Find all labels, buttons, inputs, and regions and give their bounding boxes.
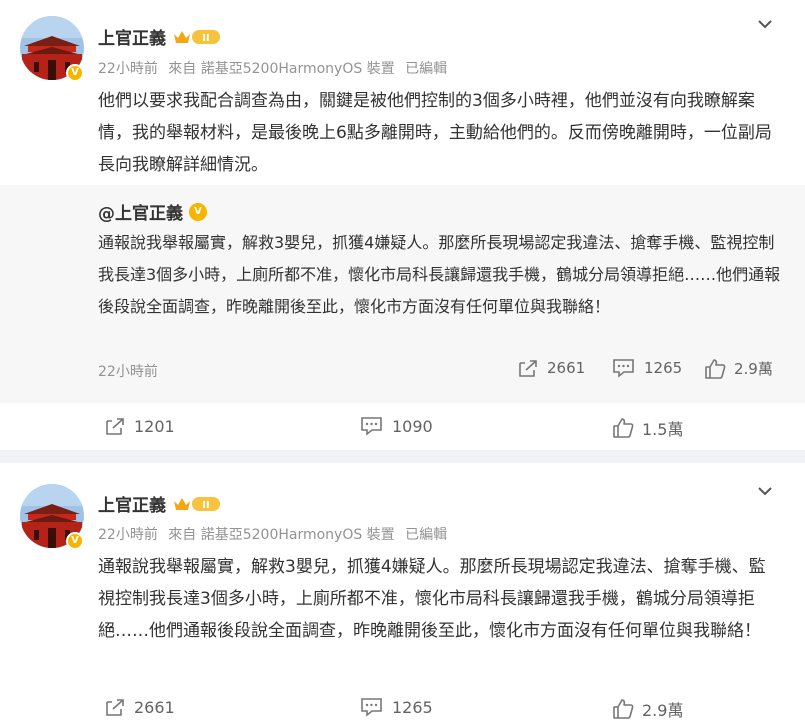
comment-icon [361, 698, 382, 717]
like-button[interactable]: 1.5萬 [612, 416, 683, 440]
author-name-text: 上官正義 [98, 496, 166, 516]
share-button[interactable]: 1201 [104, 416, 175, 436]
comment-count: 1090 [392, 416, 433, 436]
comment-icon [361, 417, 382, 436]
edited-label[interactable]: 已編輯 [405, 527, 447, 543]
member-level-icon: II [172, 495, 222, 513]
post-text: 他們以要求我配合調查為由，關鍵是被他們控制的3個多小時裡，他們並沒有向我瞭解案情… [98, 91, 772, 175]
repost-like-count: 2.9萬 [734, 360, 773, 378]
repost-like-button[interactable]: 2.9萬 [704, 358, 773, 379]
weibo-post-card: V 上官正義 II 22小時前 來自 諾基亞5200HarmonyOS 裝置 已… [0, 0, 805, 450]
share-count: 2661 [134, 697, 175, 717]
repost-text: 通報說我舉報屬實，解救3嬰兒，抓獲4嫌疑人。那麼所長現場認定我違法、搶奪手機、監… [98, 233, 781, 316]
thumbs-up-icon [613, 699, 634, 719]
author-name[interactable]: 上官正義 II [98, 491, 222, 516]
post-source: 來自 諾基亞5200HarmonyOS 裝置 [168, 61, 395, 77]
repost-comment-button[interactable]: 1265 [612, 358, 682, 378]
comment-icon [613, 359, 634, 378]
share-icon [106, 699, 124, 716]
verified-badge-icon: V [66, 64, 84, 82]
verified-badge-icon: V [66, 532, 84, 550]
repost-comment-count: 1265 [644, 359, 683, 377]
repost-author-text: @上官正義 [98, 204, 183, 224]
like-count: 1.5萬 [642, 420, 684, 439]
author-name-text: 上官正義 [98, 29, 166, 49]
level-text: II [202, 33, 209, 44]
post-time[interactable]: 22小時前 [98, 527, 158, 543]
comment-button[interactable]: 1090 [360, 416, 433, 436]
post-meta: 22小時前 來自 諾基亞5200HarmonyOS 裝置 已編輯 [98, 524, 453, 544]
level-text: II [202, 500, 209, 511]
repost-share-button[interactable]: 2661 [517, 358, 585, 378]
comment-button[interactable]: 1265 [360, 697, 433, 717]
post-source: 來自 諾基亞5200HarmonyOS 裝置 [168, 527, 395, 543]
edited-label[interactable]: 已編輯 [405, 61, 447, 77]
post-time[interactable]: 22小時前 [98, 61, 158, 77]
thumbs-up-icon [705, 358, 726, 379]
weibo-post-card: V 上官正義 II 22小時前 來自 諾基亞5200HarmonyOS 裝置 已… [0, 463, 805, 725]
share-count: 1201 [134, 416, 175, 436]
repost-author[interactable]: @上官正義 V [98, 199, 207, 224]
share-icon [106, 418, 124, 435]
chevron-down-icon[interactable] [757, 16, 773, 32]
like-count: 2.9萬 [642, 701, 684, 720]
repost-share-count: 2661 [547, 359, 586, 377]
author-name[interactable]: 上官正義 II [98, 24, 222, 49]
share-icon [519, 360, 537, 377]
reposted-content[interactable]: @上官正義 V 通報說我舉報屬實，解救3嬰兒，抓獲4嫌疑人。那麼所長現場認定我違… [0, 185, 805, 403]
repost-time[interactable]: 22小時前 [98, 361, 158, 381]
verified-badge-icon: V [189, 202, 207, 221]
like-button[interactable]: 2.9萬 [612, 697, 683, 721]
member-level-icon: II [172, 28, 222, 46]
thumbs-up-icon [613, 418, 634, 438]
comment-count: 1265 [392, 697, 433, 717]
post-text: 通報說我舉報屬實，解救3嬰兒，抓獲4嫌疑人。那麼所長現場認定我違法、搶奪手機、監… [98, 557, 766, 641]
share-button[interactable]: 2661 [104, 697, 175, 717]
chevron-down-icon[interactable] [757, 483, 773, 499]
post-meta: 22小時前 來自 諾基亞5200HarmonyOS 裝置 已編輯 [98, 58, 453, 78]
